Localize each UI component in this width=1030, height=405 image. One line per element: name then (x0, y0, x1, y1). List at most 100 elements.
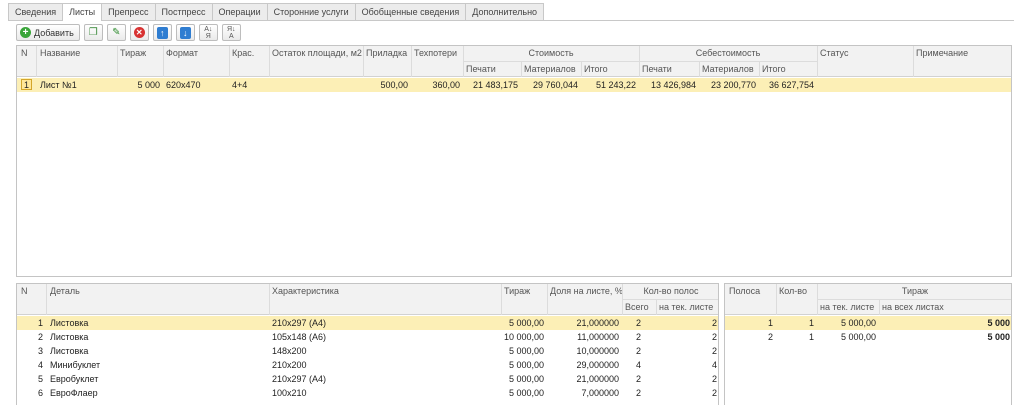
cell-dolya: 21,000000 (576, 374, 619, 384)
table-row[interactable]: 2 Листовка 105x148 (А6) 10 000,00 11,000… (17, 330, 718, 344)
cell-n: 1 (37, 318, 43, 328)
cell-primechanie (913, 78, 1011, 92)
col-st-materialov[interactable]: Материалов (521, 64, 581, 74)
tab-postpress[interactable]: Постпресс (154, 3, 213, 20)
sort-desc-button[interactable]: Я↓ А (221, 24, 241, 41)
col-format[interactable]: Формат (163, 48, 229, 58)
col-polosa[interactable]: Полоса (726, 286, 776, 296)
cell-dolya: 7,000000 (581, 388, 619, 398)
table-row[interactable]: 1 1 5 000,00 5 000 (725, 316, 1011, 330)
sort-desc-icon: Я↓ А (227, 25, 236, 40)
tab-prepress[interactable]: Препресс (101, 3, 156, 20)
col-ostatok[interactable]: Остаток площади, м2 (269, 48, 363, 58)
cell-detail: Евробуклет (50, 374, 99, 384)
cell-na-vseh: 5 000 (987, 318, 1010, 328)
table-row[interactable]: 4 Минибуклет 210x200 5 000,00 29,000000 … (17, 358, 718, 372)
delete-button[interactable]: ✕ (129, 24, 149, 41)
sheets-table-header: N Название Тираж Формат Крас. Остаток пл… (17, 46, 1011, 77)
col-status[interactable]: Статус (817, 48, 913, 58)
toolbar: + Добавить ❐ ✎ ✕ ↑ ↓ А↓ Я Я↓ А (16, 24, 245, 41)
col-detail[interactable]: Деталь (47, 286, 269, 296)
col-stoimost[interactable]: Стоимость (463, 48, 639, 58)
col-n[interactable]: N (18, 48, 36, 58)
col-tirazh[interactable]: Тираж (817, 286, 1011, 296)
tab-bar: Сведения Листы Препресс Постпресс Операц… (8, 3, 545, 21)
cell-na-tek: 5 000,00 (840, 332, 876, 342)
cell-tirazh: 5 000,00 (508, 388, 544, 398)
arrow-up-icon: ↑ (156, 26, 168, 39)
col-primechanie[interactable]: Примечание (913, 48, 1011, 58)
col-pripladka[interactable]: Приладка (363, 48, 411, 58)
col-na-tek[interactable]: на тек. листе (656, 302, 718, 312)
col-kolvo-polos[interactable]: Кол-во полос (622, 286, 718, 296)
cell-st-pechati: 21 483,175 (472, 80, 518, 90)
cell-dolya: 11,000000 (577, 332, 619, 342)
copy-button[interactable]: ❐ (83, 24, 103, 41)
tab-operacii[interactable]: Операции (211, 3, 268, 20)
col-sb-pechati[interactable]: Печати (639, 64, 699, 74)
cell-na-tek: 2 (711, 318, 717, 328)
cell-tirazh: 10 000,00 (504, 332, 545, 342)
cell-na-tek: 2 (711, 388, 717, 398)
cell-na-tek: 4 (711, 360, 717, 370)
sort-asc-button[interactable]: А↓ Я (198, 24, 218, 41)
move-down-button[interactable]: ↓ (175, 24, 195, 41)
cell-vsego: 2 (636, 346, 642, 356)
cell-st-materialov: 29 760,044 (532, 80, 578, 90)
table-row[interactable]: 6 ЕвроФлаер 100x210 5 000,00 7,000000 2 … (17, 386, 718, 400)
cell-kharakteristika: 148x200 (272, 346, 307, 356)
tab-svedeniya[interactable]: Сведения (8, 3, 64, 20)
cell-polosa: 2 (767, 332, 773, 342)
col-sb-materialov[interactable]: Материалов (699, 64, 759, 74)
cell-dolya: 10,000000 (576, 346, 619, 356)
cell-pripladka: 500,00 (380, 80, 408, 90)
cell-tirazh: 5 000,00 (508, 360, 544, 370)
cell-vsego: 2 (636, 318, 642, 328)
table-row[interactable]: 1 Лист №1 5 000 620x470 4+4 500,00 360,0… (17, 78, 1011, 92)
tab-obobshchennye[interactable]: Обобщенные сведения (354, 3, 467, 20)
cell-sb-pechati: 13 426,984 (650, 80, 696, 90)
tab-dopolnitelno[interactable]: Дополнительно (465, 3, 545, 20)
col-na-vseh[interactable]: на всех листах (879, 302, 1011, 312)
cell-kras: 4+4 (232, 80, 248, 90)
col-n[interactable]: N (18, 286, 46, 296)
cell-detail: Листовка (50, 346, 89, 356)
col-kras[interactable]: Крас. (229, 48, 269, 58)
col-tirazh[interactable]: Тираж (117, 48, 163, 58)
table-row[interactable]: 2 1 5 000,00 5 000 (725, 330, 1011, 344)
col-na-tek[interactable]: на тек. листе (817, 302, 879, 312)
col-st-itogo[interactable]: Итого (581, 64, 639, 74)
col-tekhpoteri[interactable]: Техпотери (411, 48, 463, 58)
edit-button[interactable]: ✎ (106, 24, 126, 41)
table-row[interactable]: 1 Листовка 210x297 (А4) 5 000,00 21,0000… (17, 316, 718, 330)
col-kharakteristika[interactable]: Характеристика (269, 286, 501, 296)
col-name[interactable]: Название (37, 48, 117, 58)
cell-n: 5 (37, 374, 43, 384)
cell-polosa: 1 (767, 318, 773, 328)
cell-status (817, 78, 913, 92)
cell-vsego: 2 (636, 388, 642, 398)
col-dolya[interactable]: Доля на листе, % (547, 286, 622, 296)
move-up-button[interactable]: ↑ (152, 24, 172, 41)
tab-listy[interactable]: Листы (62, 3, 103, 21)
cell-kharakteristika: 210x297 (А4) (272, 318, 327, 328)
col-vsego[interactable]: Всего (622, 302, 656, 312)
add-button[interactable]: + Добавить (16, 24, 80, 41)
cell-tirazh: 5 000,00 (508, 318, 544, 328)
tab-storonnie-uslugi[interactable]: Сторонние услуги (266, 3, 356, 20)
col-kolvo[interactable]: Кол-во (776, 286, 817, 296)
cell-n: 3 (37, 346, 43, 356)
add-button-label: Добавить (34, 27, 74, 38)
cell-dolya: 29,000000 (576, 360, 619, 370)
col-sb-itogo[interactable]: Итого (759, 64, 817, 74)
col-sebestoimost[interactable]: Себестоимость (639, 48, 817, 58)
copy-icon: ❐ (88, 26, 98, 38)
cell-vsego: 2 (636, 332, 642, 342)
strips-table: Полоса Кол-во Тираж на тек. листе на все… (724, 283, 1012, 405)
cell-sb-itogo: 36 627,754 (768, 80, 814, 90)
table-row[interactable]: 3 Листовка 148x200 5 000,00 10,000000 2 … (17, 344, 718, 358)
col-tirazh[interactable]: Тираж (501, 286, 547, 296)
table-row[interactable]: 5 Евробуклет 210x297 (А4) 5 000,00 21,00… (17, 372, 718, 386)
cell-na-tek: 2 (711, 346, 717, 356)
col-st-pechati[interactable]: Печати (463, 64, 521, 74)
